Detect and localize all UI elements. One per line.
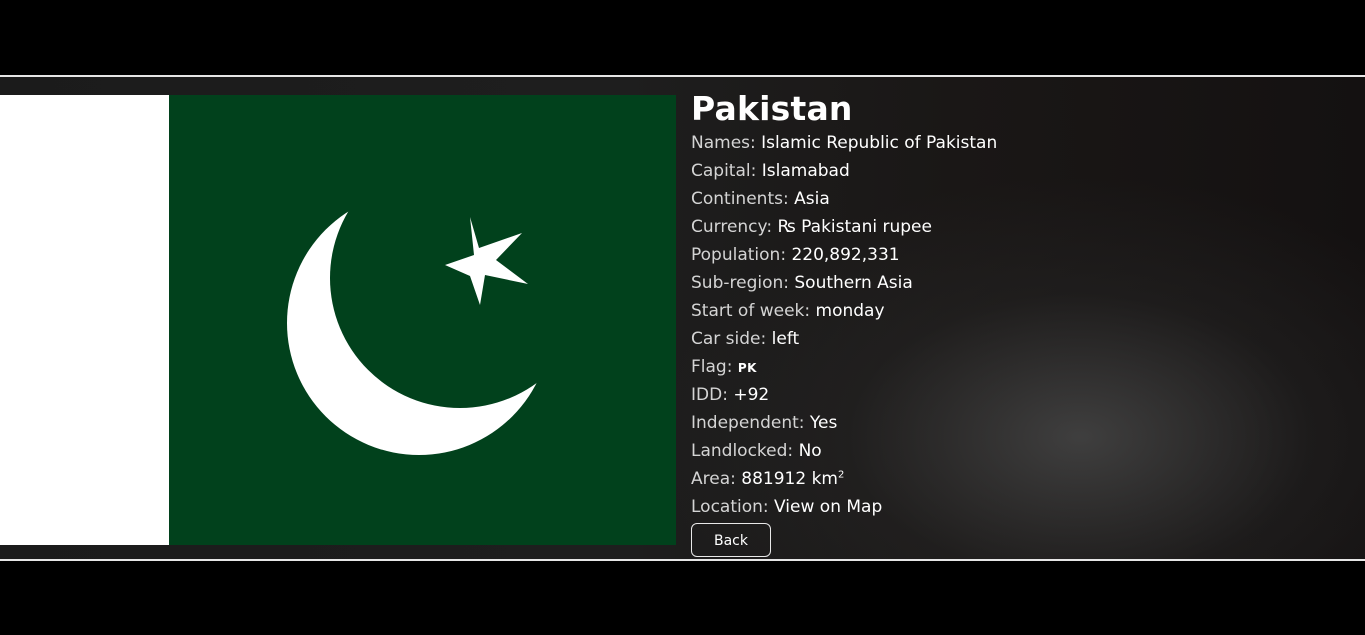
flag-emoji-value: PK	[737, 361, 757, 375]
names-value: Islamic Republic of Pakistan	[761, 133, 998, 153]
landlocked-label: Landlocked:	[691, 441, 794, 461]
idd-value: +92	[733, 385, 770, 405]
info-row-continents: Continents: Asia	[691, 185, 997, 213]
landlocked-value: No	[798, 441, 822, 461]
info-row-capital: Capital: Islamabad	[691, 157, 997, 185]
info-row-subregion: Sub-region: Southern Asia	[691, 269, 997, 297]
independent-label: Independent:	[691, 413, 805, 433]
area-label: Area:	[691, 469, 736, 489]
info-row-location: Location: View on Map	[691, 493, 997, 521]
area-unit-exponent: 2	[837, 469, 845, 481]
view-on-map-link[interactable]: View on Map	[774, 497, 882, 517]
independent-value: Yes	[809, 413, 838, 433]
country-info-panel: Pakistan Names: Islamic Republic of Paki…	[691, 91, 997, 557]
currency-label: Currency:	[691, 217, 773, 237]
names-label: Names:	[691, 133, 756, 153]
car-side-label: Car side:	[691, 329, 767, 349]
info-row-population: Population: 220,892,331	[691, 241, 997, 269]
back-button[interactable]: Back	[691, 523, 771, 557]
capital-value: Islamabad	[761, 161, 850, 181]
flag-label: Flag:	[691, 357, 733, 377]
flag-crescent-icon	[287, 191, 551, 455]
info-row-area: Area: 881912 km2	[691, 465, 997, 493]
info-row-names: Names: Islamic Republic of Pakistan	[691, 129, 997, 157]
area-value: 881912 km2	[741, 469, 844, 489]
car-side-value: left	[771, 329, 800, 349]
country-detail-card: Pakistan Names: Islamic Republic of Paki…	[0, 75, 1365, 561]
info-row-flag: Flag: PK	[691, 353, 997, 381]
info-row-car-side: Car side: left	[691, 325, 997, 353]
info-row-idd: IDD: +92	[691, 381, 997, 409]
currency-value: ₨ Pakistani rupee	[777, 217, 932, 237]
population-label: Population:	[691, 245, 787, 265]
capital-label: Capital:	[691, 161, 757, 181]
info-row-independent: Independent: Yes	[691, 409, 997, 437]
country-flag-image	[0, 95, 676, 545]
start-of-week-value: monday	[815, 301, 885, 321]
area-number: 881912 km	[741, 469, 838, 489]
info-row-landlocked: Landlocked: No	[691, 437, 997, 465]
flag-white-stripe	[0, 95, 169, 545]
subregion-value: Southern Asia	[794, 273, 913, 293]
subregion-label: Sub-region:	[691, 273, 789, 293]
idd-label: IDD:	[691, 385, 728, 405]
country-name-heading: Pakistan	[691, 89, 853, 128]
continents-value: Asia	[794, 189, 830, 209]
population-value: 220,892,331	[791, 245, 900, 265]
info-row-start-of-week: Start of week: monday	[691, 297, 997, 325]
continents-label: Continents:	[691, 189, 789, 209]
info-row-currency: Currency: ₨ Pakistani rupee	[691, 213, 997, 241]
start-of-week-label: Start of week:	[691, 301, 811, 321]
location-label: Location:	[691, 497, 769, 517]
